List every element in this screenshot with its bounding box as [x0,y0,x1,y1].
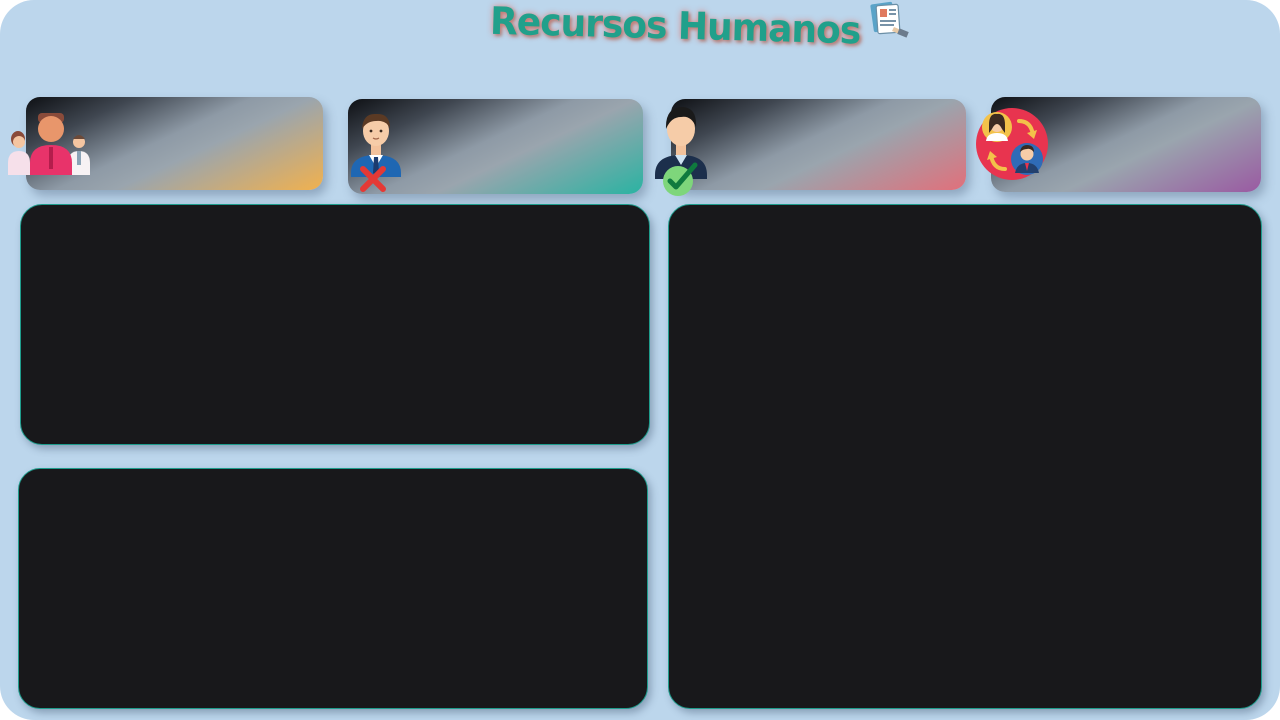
header: Recursos Humanos [490,0,912,52]
employee-rotation-icon [976,108,1048,180]
employee-group-icon [8,113,90,175]
kpi-card-dismissed-employees[interactable] [348,99,643,194]
chart-panel-top-left [20,204,650,445]
kpi-card-turnover[interactable] [976,97,1261,192]
clipboard-resume-icon [870,1,910,38]
kpi-card-total-employees[interactable] [8,97,323,190]
kpi-card-hired-employees[interactable] [655,99,966,196]
employee-approved-icon [655,107,707,196]
employee-rejected-icon [351,113,401,192]
dashboard-canvas: Recursos Humanos [0,0,1280,720]
chart-panel-bottom-left [18,468,648,709]
page-title: Recursos Humanos [489,0,861,53]
chart-panel-right [668,204,1262,709]
kpi-card-background [671,99,966,190]
